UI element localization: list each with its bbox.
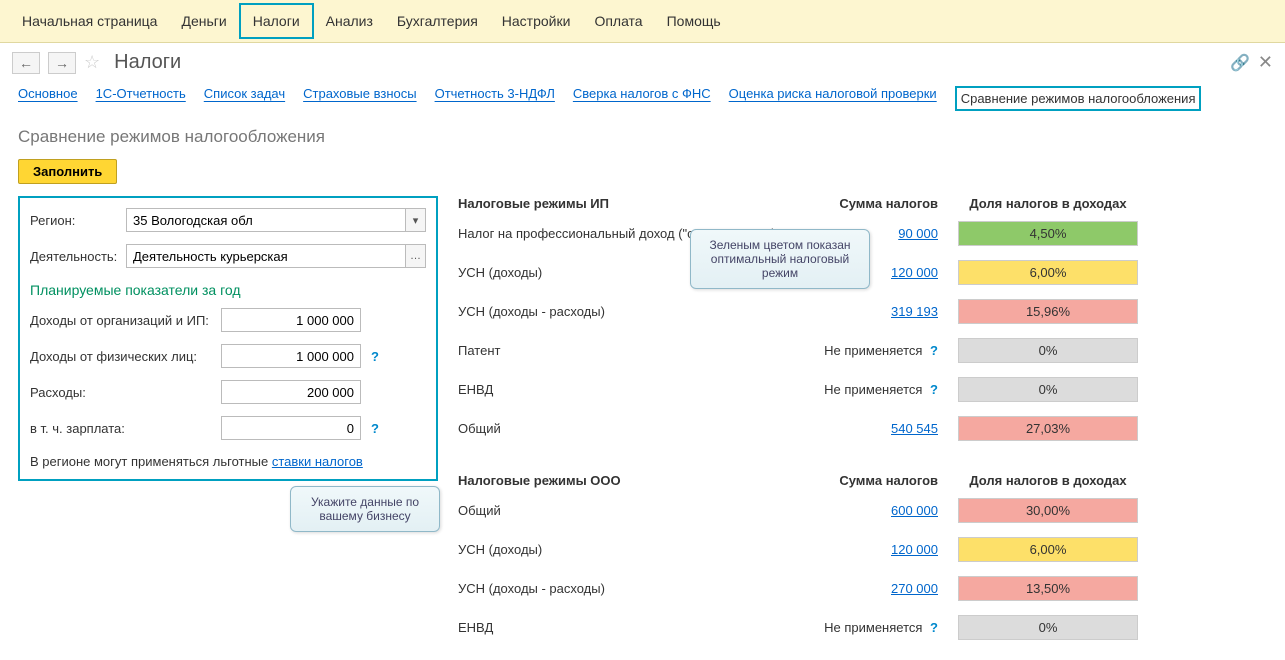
income-ind-label: Доходы от физических лиц: [30,349,215,364]
subtab-1c[interactable]: 1С-Отчетность [96,86,186,111]
callout-inputs: Укажите данные по вашему бизнесу [290,486,440,532]
tax-sum: 120 000 [808,542,958,557]
tax-sum: Не применяется ? [808,343,958,358]
help-icon[interactable]: ? [371,349,379,364]
favorite-icon[interactable]: ☆ [84,52,100,73]
tax-share: 0% [958,377,1138,402]
tax-row: Общий 540 545 27,03% [458,416,1267,441]
topbar-item-accounting[interactable]: Бухгалтерия [385,5,490,37]
tax-name: УСН (доходы - расходы) [458,581,808,596]
salary-input[interactable] [221,416,361,440]
subtab-compare[interactable]: Сравнение режимов налогообложения [955,86,1202,111]
tax-sum-link[interactable]: 90 000 [898,226,938,241]
tax-name: Патент [458,343,808,358]
help-icon[interactable]: ? [930,343,938,358]
tax-share: 4,50% [958,221,1138,246]
subtabs: Основное 1С-Отчетность Список задач Стра… [0,82,1285,121]
expenses-label: Расходы: [30,385,215,400]
tax-row: УСН (доходы - расходы) 270 000 13,50% [458,576,1267,601]
tax-sum: 540 545 [808,421,958,436]
fill-button[interactable]: Заполнить [18,159,117,184]
tax-share: 0% [958,338,1138,363]
subtab-3ndfl[interactable]: Отчетность 3-НДФЛ [435,86,555,111]
help-icon[interactable]: ? [371,421,379,436]
tax-row: УСН (доходы) 120 000 6,00% [458,537,1267,562]
ip-header-sum: Сумма налогов [808,196,958,211]
topbar-item-settings[interactable]: Настройки [490,5,583,37]
activity-input[interactable] [126,244,406,268]
topbar-item-payment[interactable]: Оплата [582,5,654,37]
section-title: Сравнение режимов налогообложения [0,121,1285,153]
ooo-header-name: Налоговые режимы ООО [458,473,808,488]
region-dropdown-button[interactable]: ▾ [406,208,426,232]
input-panel: Регион: ▾ Деятельность: … Планируемые по… [18,196,438,481]
tax-sum-link[interactable]: 120 000 [891,542,938,557]
help-icon[interactable]: ? [930,620,938,635]
footnote: В регионе могут применяться льготные ста… [30,454,426,469]
help-icon[interactable]: ? [930,382,938,397]
topbar: Начальная страница Деньги Налоги Анализ … [0,0,1285,43]
subtab-risk[interactable]: Оценка риска налоговой проверки [729,86,937,111]
tax-sum: 600 000 [808,503,958,518]
header-row: ← → ☆ Налоги 🔗 ✕ [0,43,1285,82]
region-label: Регион: [30,213,120,228]
close-icon[interactable]: ✕ [1258,52,1273,73]
topbar-item-help[interactable]: Помощь [655,5,733,37]
ooo-header-sum: Сумма налогов [808,473,958,488]
link-icon[interactable]: 🔗 [1230,53,1250,73]
tax-share: 0% [958,615,1138,640]
page-title: Налоги [114,51,181,74]
tax-name: Общий [458,503,808,518]
activity-label: Деятельность: [30,249,120,264]
tax-name: ЕНВД [458,620,808,635]
tax-sum: 319 193 [808,304,958,319]
topbar-item-taxes[interactable]: Налоги [239,3,314,39]
activity-select-button[interactable]: … [406,244,426,268]
tax-sum-link[interactable]: 540 545 [891,421,938,436]
tax-sum: 270 000 [808,581,958,596]
subtab-insurance[interactable]: Страховые взносы [303,86,416,111]
tax-row: ЕНВДНе применяется ?0% [458,377,1267,402]
tax-sum: Не применяется ? [808,382,958,397]
subtab-main[interactable]: Основное [18,86,78,111]
tax-name: ЕНВД [458,382,808,397]
subtab-fns[interactable]: Сверка налогов с ФНС [573,86,711,111]
tax-row: ПатентНе применяется ?0% [458,338,1267,363]
tax-share: 6,00% [958,260,1138,285]
ip-header-name: Налоговые режимы ИП [458,196,808,211]
tax-sum-link[interactable]: 120 000 [891,265,938,280]
income-ind-input[interactable] [221,344,361,368]
callout-green: Зеленым цветом показан оптимальный налог… [690,229,870,289]
topbar-item-home[interactable]: Начальная страница [10,5,169,37]
planned-header: Планируемые показатели за год [30,282,426,298]
ooo-header-share: Доля налогов в доходах [958,473,1138,488]
income-org-input[interactable] [221,308,361,332]
tax-row: УСН (доходы - расходы) 319 193 15,96% [458,299,1267,324]
topbar-item-money[interactable]: Деньги [169,5,238,37]
tax-sum-link[interactable]: 600 000 [891,503,938,518]
tax-rates-link[interactable]: ставки налогов [272,454,363,469]
back-button[interactable]: ← [12,52,40,74]
tax-sum: Не применяется ? [808,620,958,635]
tax-row: Общий 600 000 30,00% [458,498,1267,523]
ip-header-share: Доля налогов в доходах [958,196,1138,211]
forward-button[interactable]: → [48,52,76,74]
tax-share: 15,96% [958,299,1138,324]
income-org-label: Доходы от организаций и ИП: [30,313,215,328]
topbar-item-analysis[interactable]: Анализ [314,5,385,37]
region-input[interactable] [126,208,406,232]
tax-name: Общий [458,421,808,436]
tax-name: УСН (доходы - расходы) [458,304,808,319]
tax-name: УСН (доходы) [458,542,808,557]
subtab-tasks[interactable]: Список задач [204,86,285,111]
tax-share: 6,00% [958,537,1138,562]
tax-row: ЕНВДНе применяется ?0% [458,615,1267,640]
expenses-input[interactable] [221,380,361,404]
tax-sum-link[interactable]: 319 193 [891,304,938,319]
salary-label: в т. ч. зарплата: [30,421,215,436]
tax-share: 27,03% [958,416,1138,441]
tax-sum-link[interactable]: 270 000 [891,581,938,596]
tax-share: 13,50% [958,576,1138,601]
tax-share: 30,00% [958,498,1138,523]
